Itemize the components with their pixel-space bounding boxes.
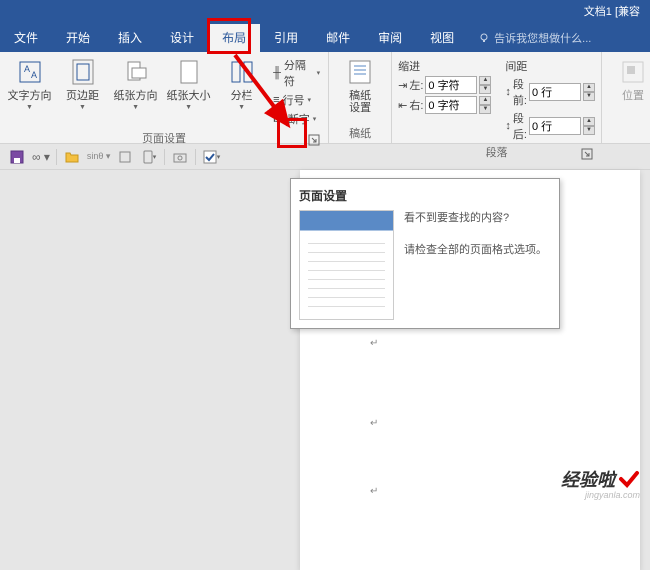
indent-header: 缩进 bbox=[398, 58, 491, 74]
manuscript-icon bbox=[344, 56, 376, 88]
watermark: 经验啦 bbox=[561, 466, 640, 492]
group-manuscript: 稿纸 设置 稿纸 bbox=[329, 52, 392, 143]
line-numbers-icon: ≡ bbox=[273, 94, 279, 106]
group-page-setup: AA 文字方向 ▼ 页边距 ▼ 纸张方向 ▼ 纸张大小 ▼ 分栏 bbox=[0, 52, 329, 143]
spin-down[interactable]: ▼ bbox=[479, 85, 491, 94]
spin-up[interactable]: ▲ bbox=[583, 117, 595, 126]
indent-left-icon: ⇥ bbox=[398, 79, 407, 92]
group-label-page-setup: 页面设置 bbox=[6, 128, 322, 148]
tab-insert[interactable]: 插入 bbox=[104, 24, 156, 52]
indent-left-label: 左: bbox=[409, 77, 423, 93]
document-title: 文档1 [兼容 bbox=[584, 6, 640, 18]
page-setup-dialog-launcher[interactable] bbox=[308, 134, 320, 146]
tab-review[interactable]: 审阅 bbox=[364, 24, 416, 52]
check-icon bbox=[618, 468, 640, 490]
page-size-icon bbox=[173, 56, 205, 88]
indent-right-label: 右: bbox=[409, 97, 423, 113]
tell-me-search[interactable]: 告诉我您想做什么... bbox=[468, 30, 591, 46]
spacing-after-input[interactable] bbox=[529, 117, 581, 135]
tab-mailings[interactable]: 邮件 bbox=[312, 24, 364, 52]
infinity-icon[interactable]: ∞ ▾ bbox=[32, 148, 50, 166]
spacing-before-label: 段前: bbox=[513, 76, 527, 108]
tab-design[interactable]: 设计 bbox=[156, 24, 208, 52]
chevron-down-icon: ▼ bbox=[79, 104, 86, 111]
tab-view[interactable]: 视图 bbox=[416, 24, 468, 52]
text-direction-icon: AA bbox=[14, 56, 46, 88]
checkbox-button[interactable]: ▾ bbox=[202, 148, 220, 166]
indent-left-input[interactable] bbox=[425, 76, 477, 94]
paragraph-mark-icon: ↵ bbox=[370, 418, 378, 429]
spin-up[interactable]: ▲ bbox=[479, 76, 491, 85]
save-button[interactable] bbox=[8, 148, 26, 166]
group-label-manuscript: 稿纸 bbox=[335, 123, 385, 143]
orientation-button[interactable]: 纸张方向 ▼ bbox=[112, 56, 159, 128]
tooltip-text: 看不到要查找的内容? 请检查全部的页面格式选项。 bbox=[404, 210, 551, 320]
tooltip-title: 页面设置 bbox=[299, 187, 551, 204]
menu-bar: 文件 开始 插入 设计 布局 引用 邮件 审阅 视图 告诉我您想做什么... bbox=[0, 24, 650, 52]
chevron-down-icon: ▼ bbox=[26, 104, 33, 111]
box-button[interactable] bbox=[116, 148, 134, 166]
position-icon bbox=[617, 56, 649, 88]
lightbulb-icon bbox=[478, 32, 490, 44]
spacing-after-label: 段后: bbox=[513, 110, 527, 142]
line-numbers-button[interactable]: ≡行号▾ bbox=[271, 91, 322, 109]
spacing-header: 间距 bbox=[505, 58, 595, 74]
folder-button[interactable] bbox=[63, 148, 81, 166]
spin-up[interactable]: ▲ bbox=[479, 96, 491, 105]
spin-down[interactable]: ▼ bbox=[479, 105, 491, 114]
breaks-button[interactable]: ╫分隔符▾ bbox=[271, 56, 322, 90]
spin-down[interactable]: ▼ bbox=[583, 126, 595, 135]
tab-references[interactable]: 引用 bbox=[260, 24, 312, 52]
svg-text:A: A bbox=[31, 70, 37, 80]
ribbon: AA 文字方向 ▼ 页边距 ▼ 纸张方向 ▼ 纸张大小 ▼ 分栏 bbox=[0, 52, 650, 144]
tab-layout[interactable]: 布局 bbox=[208, 24, 260, 52]
columns-button[interactable]: 分栏 ▼ bbox=[218, 56, 265, 128]
spacing-before-input[interactable] bbox=[529, 83, 581, 101]
spin-up[interactable]: ▲ bbox=[583, 83, 595, 92]
indent-right-input[interactable] bbox=[425, 96, 477, 114]
spin-down[interactable]: ▼ bbox=[583, 92, 595, 101]
camera-button[interactable] bbox=[171, 148, 189, 166]
spacing-after-icon: ↕ bbox=[505, 120, 511, 132]
manuscript-settings-button[interactable]: 稿纸 设置 bbox=[335, 56, 385, 123]
size-button[interactable]: 纸张大小 ▼ bbox=[165, 56, 212, 128]
orientation-icon bbox=[120, 56, 152, 88]
spacing-before-icon: ↕ bbox=[505, 86, 511, 98]
chevron-down-icon: ▼ bbox=[238, 104, 245, 111]
title-bar: 文档1 [兼容 bbox=[0, 0, 650, 24]
tooltip-preview-image bbox=[299, 210, 394, 320]
position-button[interactable]: 位置 bbox=[608, 56, 650, 143]
chevron-down-icon: ▼ bbox=[132, 104, 139, 111]
group-arrange: 位置 环绕 bbox=[602, 52, 650, 143]
paragraph-dialog-launcher[interactable] bbox=[581, 148, 593, 160]
group-paragraph: 缩进 ⇥ 左: ▲▼ ⇤ 右: ▲▼ 间距 ↕ 段前: bbox=[392, 52, 602, 143]
text-direction-button[interactable]: AA 文字方向 ▼ bbox=[6, 56, 53, 128]
tag-icon[interactable]: sinθ ▾ bbox=[87, 148, 111, 166]
paragraph-mark-icon: ↵ bbox=[370, 338, 378, 349]
columns-icon bbox=[226, 56, 258, 88]
breaks-icon: ╫ bbox=[273, 67, 281, 79]
hyphenation-button[interactable]: bc断字▾ bbox=[271, 110, 322, 128]
tab-home[interactable]: 开始 bbox=[52, 24, 104, 52]
paragraph-mark-icon: ↵ bbox=[370, 486, 378, 497]
margins-button[interactable]: 页边距 ▼ bbox=[59, 56, 106, 128]
margins-icon bbox=[67, 56, 99, 88]
phone-button[interactable]: ▾ bbox=[140, 148, 158, 166]
hyphen-icon: bc bbox=[273, 113, 285, 125]
tab-file[interactable]: 文件 bbox=[0, 24, 52, 52]
group-label-paragraph: 段落 bbox=[398, 142, 595, 162]
svg-text:A: A bbox=[24, 64, 30, 74]
watermark-url: jingyanla.com bbox=[585, 490, 640, 500]
indent-right-icon: ⇤ bbox=[398, 99, 407, 112]
page-setup-tooltip: 页面设置 看不到要查找的内容? 请检查全部的页面格式选项。 bbox=[290, 178, 560, 329]
chevron-down-icon: ▼ bbox=[185, 104, 192, 111]
